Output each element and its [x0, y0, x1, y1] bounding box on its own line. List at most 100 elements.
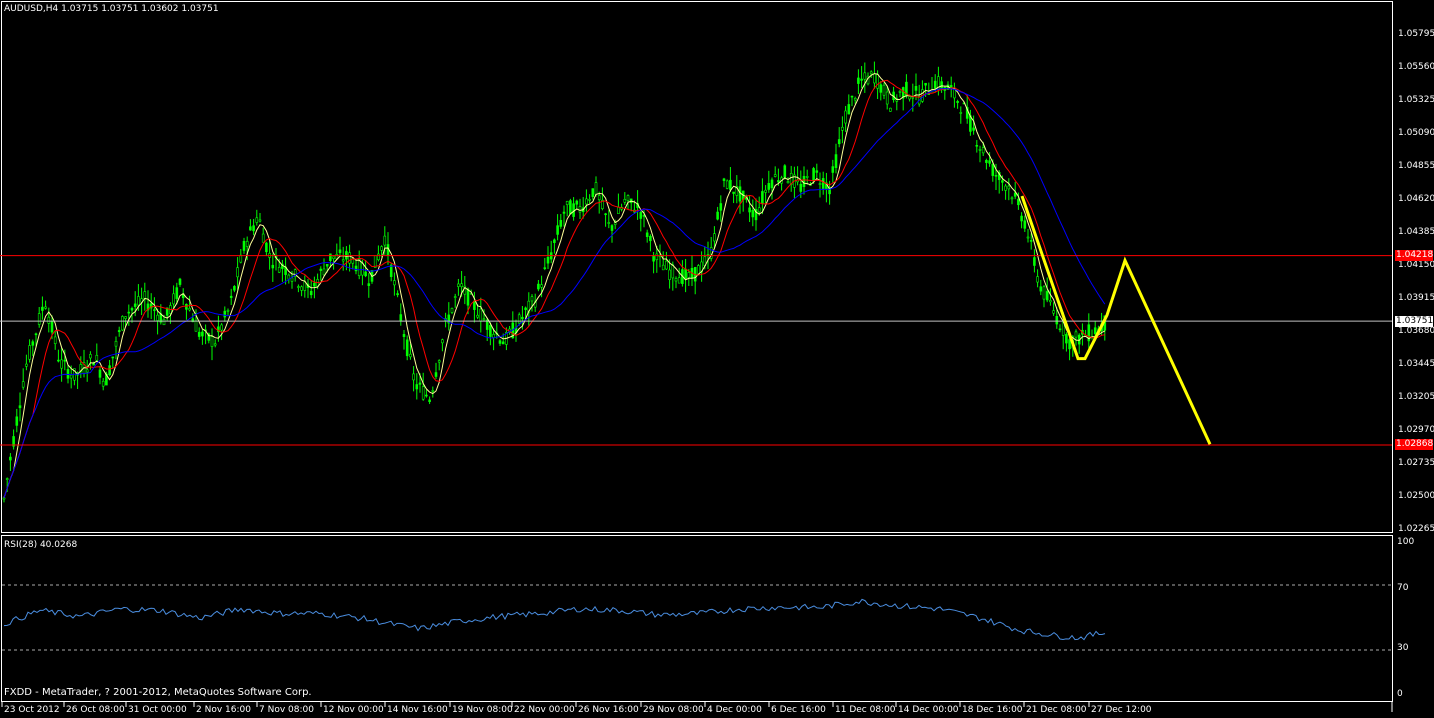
candle-body — [425, 394, 428, 397]
candle-body — [255, 217, 259, 223]
candle-body — [850, 95, 854, 98]
candle-body — [841, 126, 844, 131]
time-tick-label: 23 Oct 2012 — [4, 705, 60, 715]
rsi-level-label: 30 — [1397, 643, 1409, 654]
candle-body — [1055, 316, 1059, 325]
candle-body — [271, 264, 275, 269]
candle-body — [732, 191, 735, 194]
candle-body — [9, 456, 12, 461]
candle-body — [1023, 220, 1027, 229]
candle-body — [783, 165, 787, 178]
candle-body — [466, 288, 470, 306]
candle-body — [1068, 339, 1071, 350]
candle-body — [57, 359, 60, 362]
candle-body — [1033, 257, 1036, 266]
candle-body — [428, 399, 431, 403]
candle-body — [991, 163, 995, 176]
candle-body — [111, 356, 115, 359]
candle-body — [399, 314, 403, 322]
candle-body — [66, 369, 70, 379]
candle-body — [89, 354, 92, 359]
time-tick-label: 6 Dec 16:00 — [771, 705, 826, 715]
candle-body — [556, 225, 559, 235]
candle-body — [831, 166, 835, 173]
candle-body — [578, 206, 582, 213]
candle-body — [1026, 236, 1030, 239]
candle-body — [265, 242, 268, 253]
candle-body — [137, 296, 140, 306]
candle-body — [914, 86, 918, 91]
time-tick-label: 4 Dec 00:00 — [707, 705, 762, 715]
candle-body — [975, 145, 979, 147]
time-tick-label: 12 Nov 00:00 — [323, 705, 384, 715]
candle-body — [133, 303, 137, 307]
candle-body — [834, 154, 838, 168]
candle-body — [610, 225, 614, 231]
candle-body — [15, 416, 19, 426]
yellow-projection-line[interactable] — [1020, 195, 1212, 445]
candle-body — [767, 183, 771, 190]
candle-body — [661, 264, 665, 271]
time-tick-label: 14 Nov 16:00 — [387, 705, 448, 715]
candle-body — [194, 320, 198, 332]
candle-body — [108, 365, 111, 375]
candle-body — [994, 175, 998, 177]
candle-body — [453, 296, 457, 298]
candle-body — [412, 373, 415, 381]
candle-body — [437, 360, 441, 363]
price-tick-label: 1.05560 — [1398, 62, 1434, 72]
candle-body — [524, 307, 527, 310]
candle-body — [565, 201, 569, 205]
candle-body — [220, 324, 223, 331]
candle-body — [761, 191, 764, 204]
time-tick-label: 21 Dec 08:00 — [1026, 705, 1087, 715]
candle-body — [389, 264, 393, 277]
time-tick-label: 11 Dec 08:00 — [835, 705, 896, 715]
candle-body — [757, 207, 761, 213]
candle-body — [415, 384, 419, 390]
price-tick-label: 1.02970 — [1398, 425, 1434, 435]
moving-averages-layer — [3, 73, 1106, 498]
candle-body — [498, 340, 502, 344]
candle-body — [1007, 185, 1011, 190]
candle-body — [1036, 276, 1039, 283]
candle-body — [25, 363, 28, 367]
candle-body — [501, 341, 505, 345]
candle-body — [812, 168, 815, 182]
candle-body — [482, 318, 486, 321]
candle-body — [364, 271, 367, 277]
price-tick-label: 1.05325 — [1398, 95, 1434, 105]
ma-mid-line — [3, 79, 1105, 498]
candle-body — [1052, 310, 1055, 314]
candle-body — [869, 71, 873, 75]
candle-body — [63, 359, 67, 362]
candle-body — [882, 84, 886, 96]
candle-body — [562, 211, 566, 214]
candle-body — [617, 206, 620, 214]
candle-body — [674, 278, 678, 282]
candle-body — [623, 199, 627, 203]
candle-body — [450, 308, 454, 313]
candle-body — [725, 180, 729, 189]
candle-body — [409, 353, 412, 358]
candle-body — [847, 104, 851, 115]
time-tick-label: 26 Oct 08:00 — [66, 705, 125, 715]
candle-body — [885, 91, 889, 105]
rsi-level-label: 0 — [1397, 689, 1403, 699]
candle-body — [652, 255, 655, 262]
time-tick-label: 26 Nov 16:00 — [578, 705, 639, 715]
candle-body — [34, 333, 38, 336]
candle-body — [393, 280, 396, 286]
candle-body — [47, 316, 51, 324]
candle-body — [655, 253, 659, 261]
candle-body — [559, 219, 563, 227]
rsi-pane-frame — [1, 535, 1393, 702]
candle-body — [434, 372, 438, 377]
chart-canvas[interactable] — [0, 0, 1434, 718]
candle-body — [799, 183, 803, 192]
candle-body — [607, 222, 611, 224]
candle-body — [457, 283, 460, 287]
time-tick-label: 19 Nov 08:00 — [452, 705, 513, 715]
candle-body — [677, 277, 681, 284]
candle-body — [460, 283, 463, 287]
